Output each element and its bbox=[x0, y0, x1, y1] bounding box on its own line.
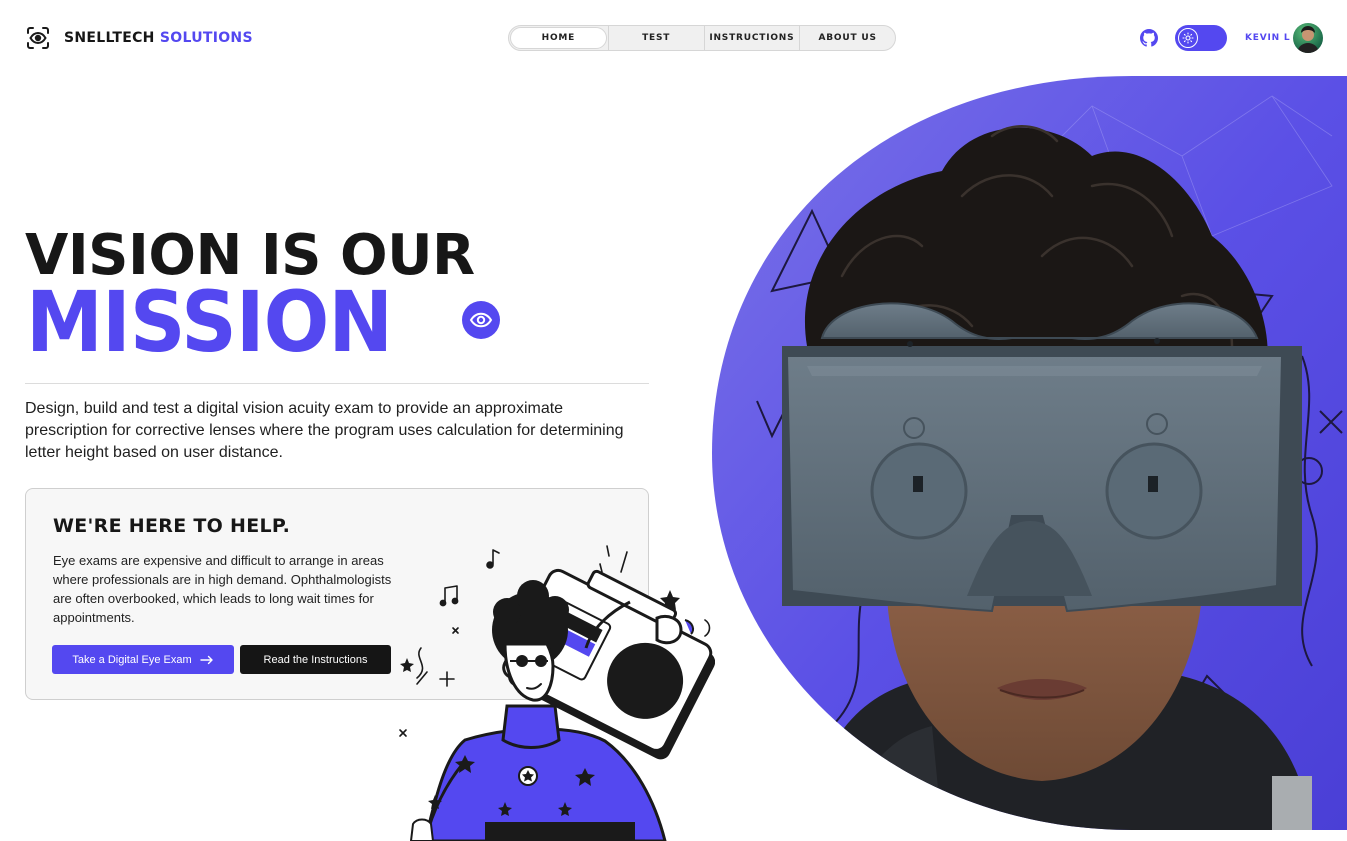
boombox-character-illustration bbox=[399, 545, 715, 841]
nav-item-instructions[interactable]: INSTRUCTIONS bbox=[703, 26, 800, 50]
read-instructions-button[interactable]: Read the Instructions bbox=[240, 645, 391, 674]
nav-item-about-us[interactable]: ABOUT US bbox=[799, 26, 895, 50]
brand-name-part1: SNELLTECH bbox=[64, 30, 155, 46]
scan-eye-icon bbox=[27, 27, 49, 49]
theme-toggle[interactable] bbox=[1175, 25, 1227, 51]
take-eye-exam-button[interactable]: Take a Digital Eye Exam bbox=[52, 645, 234, 674]
user-avatar[interactable] bbox=[1293, 23, 1323, 53]
take-eye-exam-label: Take a Digital Eye Exam bbox=[72, 653, 192, 666]
brand-logo[interactable]: SNELLTECH SOLUTIONS bbox=[26, 26, 253, 50]
nav-item-test[interactable]: TEST bbox=[607, 26, 704, 50]
read-instructions-label: Read the Instructions bbox=[263, 653, 368, 666]
eye-icon bbox=[462, 301, 500, 339]
sun-icon bbox=[1178, 28, 1198, 48]
user-name[interactable]: KEVIN L bbox=[1245, 33, 1290, 43]
main-nav: HOME TEST INSTRUCTIONS ABOUT US bbox=[508, 25, 896, 51]
hero-description: Design, build and test a digital vision … bbox=[25, 400, 624, 461]
help-card-title: WE'RE HERE TO HELP. bbox=[53, 515, 291, 537]
hero-title-line2: MISSION bbox=[26, 273, 393, 371]
brand-name-part2: SOLUTIONS bbox=[159, 30, 253, 46]
brand-name: SNELLTECH SOLUTIONS bbox=[64, 30, 253, 46]
vr-headset-hero-image bbox=[712, 76, 1347, 830]
help-card-text: Eye exams are expensive and difficult to… bbox=[53, 553, 392, 625]
nav-item-home[interactable]: HOME bbox=[510, 27, 607, 49]
arrow-right-icon bbox=[199, 655, 213, 664]
github-icon[interactable] bbox=[1140, 29, 1158, 47]
divider bbox=[25, 383, 649, 384]
